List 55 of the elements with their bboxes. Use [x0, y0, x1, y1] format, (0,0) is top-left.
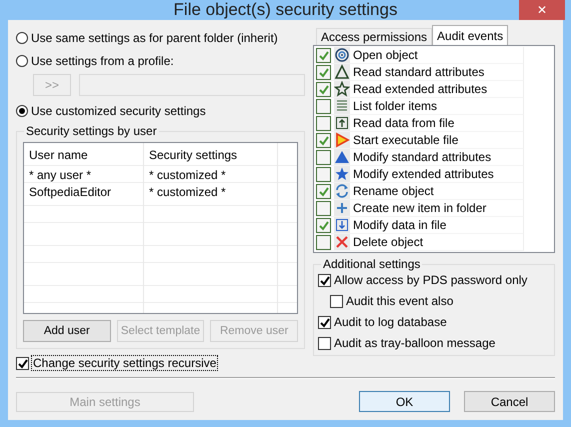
- event-label[interactable]: Modify data in file: [353, 218, 446, 232]
- checkbox-label[interactable]: Allow access by PDS password only: [334, 273, 528, 287]
- event-label[interactable]: Start executable file: [353, 133, 458, 147]
- checkbox[interactable]: [316, 218, 331, 232]
- checkbox[interactable]: [316, 132, 331, 148]
- table-cell[interactable]: * customized *: [144, 183, 278, 200]
- checkbox-label[interactable]: Audit as tray-balloon message: [334, 336, 496, 350]
- event-label[interactable]: Modify extended attributes: [353, 167, 494, 181]
- user-button[interactable]: Add user: [23, 320, 111, 342]
- checkbox[interactable]: [330, 294, 343, 308]
- event-label[interactable]: Open object: [353, 48, 418, 62]
- window-title: File object(s) security settings: [174, 0, 398, 20]
- checkbox-label[interactable]: Audit to log database: [334, 315, 447, 329]
- checkbox[interactable]: [16, 356, 29, 370]
- radio-button[interactable]: [16, 54, 28, 66]
- event-label[interactable]: Modify standard attributes: [353, 150, 492, 164]
- dialog-button[interactable]: Cancel: [464, 391, 555, 412]
- tab[interactable]: Access permissions: [316, 28, 432, 45]
- checkbox[interactable]: [316, 64, 331, 80]
- checkbox[interactable]: [318, 336, 331, 350]
- checkbox[interactable]: [316, 98, 331, 114]
- event-label[interactable]: Read data from file: [353, 116, 454, 130]
- radio-label[interactable]: Use same settings as for parent folder (inherit): [31, 30, 278, 44]
- checkbox[interactable]: [316, 234, 331, 250]
- column-header[interactable]: User name: [24, 143, 144, 166]
- group-title: Additional settings: [321, 257, 422, 271]
- checkbox-label[interactable]: Change security settings recursive: [32, 356, 218, 370]
- event-label[interactable]: List folder items: [353, 99, 438, 113]
- checkbox[interactable]: [316, 48, 331, 62]
- checkbox[interactable]: [316, 200, 331, 216]
- checkbox[interactable]: [316, 166, 331, 182]
- event-label[interactable]: Create new item in folder: [353, 201, 486, 215]
- event-label[interactable]: Delete object: [353, 235, 424, 249]
- checkbox-label[interactable]: Audit this event also: [346, 294, 454, 308]
- checkbox[interactable]: [316, 82, 331, 96]
- event-label[interactable]: Rename object: [353, 184, 434, 198]
- table-cell[interactable]: * customized *: [144, 166, 278, 183]
- dialog-button[interactable]: OK: [359, 391, 450, 412]
- radio-label[interactable]: Use settings from a profile:: [31, 54, 174, 68]
- checkbox[interactable]: [316, 150, 331, 164]
- radio-label[interactable]: Use customized security settings: [31, 104, 206, 118]
- checkbox[interactable]: [316, 116, 331, 130]
- event-label[interactable]: Read standard attributes: [353, 65, 484, 79]
- table-cell[interactable]: * any user *: [24, 166, 144, 183]
- tab[interactable]: Audit events: [432, 25, 508, 45]
- checkbox[interactable]: [318, 274, 331, 286]
- group-title: Security settings by user: [24, 124, 159, 138]
- column-header[interactable]: Security settings: [144, 143, 278, 166]
- checkbox[interactable]: [316, 184, 331, 198]
- table-cell[interactable]: SoftpediaEditor: [24, 183, 144, 200]
- event-label[interactable]: Read extended attributes: [353, 82, 488, 96]
- radio-button[interactable]: [16, 104, 28, 116]
- checkbox[interactable]: [318, 316, 331, 328]
- close-button[interactable]: ✕: [519, 0, 565, 20]
- radio-button[interactable]: [16, 32, 28, 44]
